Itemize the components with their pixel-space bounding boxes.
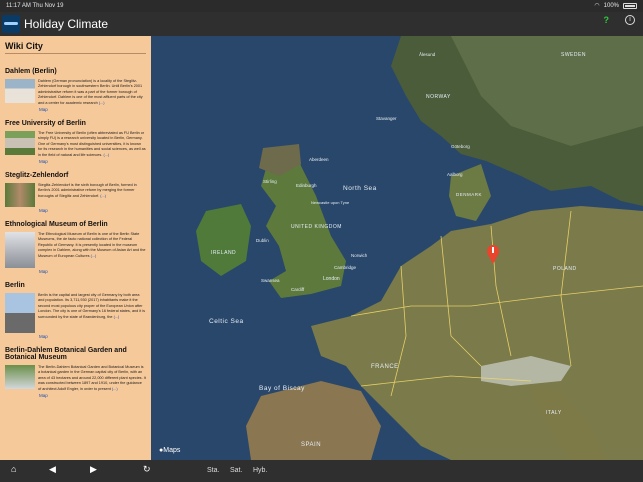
country-label: FRANCE — [371, 364, 399, 370]
app-title: Holiday Climate — [24, 17, 109, 31]
entry-thumbnail[interactable] — [5, 232, 35, 269]
country-label: ITALY — [546, 410, 562, 416]
city-label: Stavanger — [376, 116, 397, 121]
refresh-icon[interactable]: ↻ — [143, 464, 151, 475]
more-link[interactable]: (...) — [103, 153, 109, 157]
entry-title[interactable]: Berlin-Dahlem Botanical Garden and Botan… — [5, 347, 146, 361]
city-label: Cambridge — [334, 265, 357, 270]
city-label: London — [323, 276, 340, 282]
battery-percent: 100% — [603, 3, 619, 9]
city-label: Dublin — [256, 238, 269, 243]
navigation-bar: Holiday Climate ? i — [0, 12, 643, 36]
entry-thumbnail[interactable] — [5, 131, 35, 156]
country-label: NORWAY — [426, 94, 451, 100]
help-icon[interactable]: ? — [604, 15, 610, 25]
wiki-sidebar: Wiki City Dahlem (Berlin) Dahlem (German… — [0, 36, 151, 460]
entry-title[interactable]: Ethnological Museum of Berlin — [5, 221, 146, 228]
entry-title[interactable]: Steglitz-Zehlendorf — [5, 172, 146, 179]
country-label: SWEDEN — [561, 52, 586, 58]
status-right: ◠ 100% — [594, 0, 637, 12]
map-link[interactable]: Map — [39, 334, 146, 339]
status-bar: 11:17 AM Thu Nov 19 ◠ 100% — [0, 0, 643, 12]
battery-icon — [623, 3, 637, 9]
country-label: DENMARK — [456, 192, 482, 197]
wiki-entry: Berlin-Dahlem Botanical Garden and Botan… — [5, 347, 146, 398]
entry-thumbnail[interactable] — [5, 293, 35, 334]
more-link[interactable]: (...) — [91, 254, 97, 258]
country-label: SPAIN — [301, 442, 321, 448]
entry-text: The Berlin-Dahlem Botanical Garden and B… — [38, 365, 146, 391]
more-link[interactable]: (...) — [114, 315, 120, 319]
app-logo-icon — [2, 15, 20, 33]
forward-icon[interactable]: ▶ — [90, 464, 97, 475]
entry-text: Dahlem (German pronunciation) is a local… — [38, 79, 143, 105]
country-label: POLAND — [553, 266, 577, 272]
wiki-entry: Steglitz-Zehlendorf Steglitz-Zehlendorf … — [5, 172, 146, 213]
country-label: IRELAND — [211, 250, 236, 256]
status-time: 11:17 AM Thu Nov 19 — [6, 3, 64, 9]
country-label: UNITED KINGDOM — [291, 224, 342, 230]
bottom-toolbar: ⌂ ◀ ▶ ↻ Sta. Sat. Hyb. — [0, 460, 643, 482]
wiki-entry: Dahlem (Berlin) Dahlem (German pronuncia… — [5, 68, 146, 112]
city-label: Norwich — [351, 253, 368, 258]
map-link[interactable]: Map — [39, 269, 146, 274]
entry-text: The Free University of Berlin (often abb… — [38, 131, 146, 157]
map-canvas[interactable]: North Sea Celtic Sea Bay of Biscay Aberd… — [151, 36, 643, 460]
hybrid-map-button[interactable]: Hyb. — [253, 467, 267, 474]
city-label: Aalborg — [447, 172, 463, 177]
city-label: Ålesund — [419, 51, 436, 57]
entry-thumbnail[interactable] — [5, 365, 35, 390]
wiki-entry: Free University of Berlin The Free Unive… — [5, 120, 146, 164]
entry-title[interactable]: Free University of Berlin — [5, 120, 146, 127]
map-link[interactable]: Map — [39, 393, 146, 398]
entry-title[interactable]: Dahlem (Berlin) — [5, 68, 146, 75]
home-icon[interactable]: ⌂ — [11, 464, 16, 474]
city-label: Cardiff — [291, 287, 305, 292]
sea-label: North Sea — [343, 185, 377, 192]
entry-thumbnail[interactable] — [5, 79, 35, 103]
sea-label: Celtic Sea — [209, 318, 244, 325]
entry-title[interactable]: Berlin — [5, 282, 146, 289]
entry-thumbnail[interactable] — [5, 183, 35, 208]
more-link[interactable]: (...) — [100, 194, 106, 198]
satellite-map-button[interactable]: Sat. — [230, 467, 242, 474]
map-link[interactable]: Map — [39, 107, 146, 112]
map-link[interactable]: Map — [39, 208, 146, 213]
standard-map-button[interactable]: Sta. — [207, 467, 219, 474]
wiki-entry: Ethnological Museum of Berlin The Ethnol… — [5, 221, 146, 274]
city-label: Newcastle upon Tyne — [311, 200, 350, 205]
city-label: Edinburgh — [296, 183, 317, 188]
maps-attribution: ●Maps — [159, 447, 181, 454]
entry-text: Steglitz-Zehlendorf is the sixth borough… — [38, 183, 137, 198]
wiki-entry: Berlin Berlin is the capital and largest… — [5, 282, 146, 339]
entry-text: Berlin is the capital and largest city o… — [38, 293, 146, 319]
sidebar-title: Wiki City — [5, 41, 146, 54]
satellite-map[interactable]: North Sea Celtic Sea Bay of Biscay Aberd… — [151, 36, 643, 460]
back-icon[interactable]: ◀ — [49, 464, 56, 475]
city-label: Aberdeen — [309, 157, 329, 162]
city-label: Stirling — [263, 179, 277, 184]
entry-text: The Ethnological Museum of Berlin is one… — [38, 232, 146, 258]
more-link[interactable]: (...) — [112, 387, 118, 391]
info-icon[interactable]: i — [625, 15, 635, 25]
city-label: Göteborg — [451, 144, 470, 149]
sea-label: Bay of Biscay — [259, 385, 305, 392]
wifi-icon: ◠ — [594, 3, 600, 9]
more-link[interactable]: (...) — [99, 101, 105, 105]
map-link[interactable]: Map — [39, 159, 146, 164]
city-label: Swansea — [261, 278, 280, 283]
